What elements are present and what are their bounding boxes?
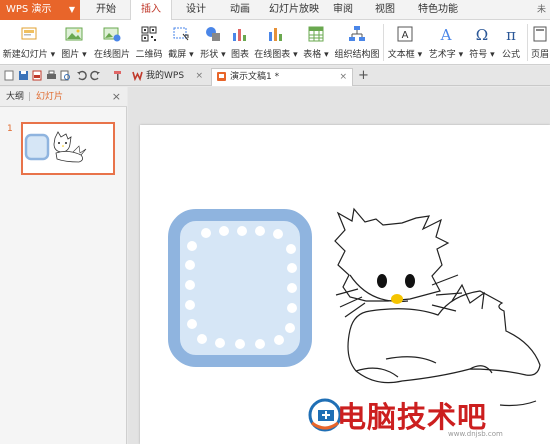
doc-tab-presentation[interactable]: 演示文稿1 * × [211, 68, 353, 86]
watermark-url: www.dnjsb.com [448, 430, 503, 438]
chart-icon [233, 29, 246, 41]
format-painter-icon[interactable] [112, 70, 123, 81]
tab-insert[interactable]: 插入 [130, 0, 172, 21]
cat-left-eye [377, 274, 387, 288]
picture-icon [65, 27, 83, 41]
qr-code-icon [141, 26, 157, 42]
formula-label: 公式 [501, 50, 520, 60]
pdf-icon[interactable] [32, 70, 43, 81]
tab-home[interactable]: 开始 [86, 0, 126, 20]
new-slide-label: 新建幻灯片 ▾ [2, 50, 56, 60]
header-icon [533, 26, 547, 42]
menu-bar: WPS 演示 ▼ 开始 插入 设计 动画 幻灯片放映 审阅 视图 特色功能 未 [0, 0, 550, 21]
doc-tab-label: 演示文稿1 * [230, 72, 280, 82]
symbol-button[interactable]: Ω 符号 ▾ [468, 20, 496, 65]
add-tab-icon[interactable]: + [358, 68, 369, 84]
wps-logo-icon [132, 71, 143, 81]
slide-thumbnail[interactable] [21, 122, 115, 175]
table-icon [308, 26, 324, 42]
ribbon-separator [383, 24, 384, 61]
doc-tab-label: 我的WPS [146, 71, 185, 81]
close-panel-icon[interactable]: × [112, 87, 121, 107]
org-chart-label: 组织结构图 [334, 50, 380, 60]
cat-drawing[interactable] [334, 207, 541, 407]
org-chart-button[interactable]: 组织结构图 [334, 20, 380, 65]
slide-editor-canvas [128, 87, 550, 444]
tab-outline[interactable]: 大纲 [6, 87, 24, 107]
ribbon-toolbar: 新建幻灯片 ▾ 图片 ▾ 在线图片 二维码 截屏 ▾ 形状 ▾ 图表 在线图表 … [0, 20, 550, 65]
online-chart-button[interactable]: 在线图表 ▾ [254, 20, 298, 65]
print-icon[interactable] [46, 70, 57, 81]
symbol-icon: Ω [476, 26, 488, 43]
chart-label: 图表 [230, 50, 249, 60]
picture-button[interactable]: 图片 ▾ [58, 20, 90, 65]
textbox-button[interactable]: A 文本框 ▾ [386, 20, 424, 65]
online-chart-icon [269, 28, 282, 41]
chart-button[interactable]: 图表 [228, 20, 252, 65]
wordart-button[interactable]: A 艺术字 ▾ [426, 20, 466, 65]
screenshot-icon [173, 27, 189, 41]
online-picture-icon [103, 27, 121, 42]
new-slide-icon [21, 27, 37, 40]
online-picture-label: 在线图片 [93, 50, 130, 60]
tab-slideshow[interactable]: 幻灯片放映 [262, 0, 326, 20]
slides-panel: 大纲 | 幻灯片 × 1 [0, 87, 127, 444]
online-picture-button[interactable]: 在线图片 [92, 20, 132, 65]
tab-review[interactable]: 审阅 [326, 0, 360, 20]
app-name: WPS 演示 [6, 4, 52, 15]
ribbon-separator [527, 24, 528, 61]
close-icon[interactable]: × [339, 69, 347, 86]
chevron-down-icon: ▼ [68, 5, 75, 14]
svg-text:A: A [440, 26, 452, 43]
tab-animation[interactable]: 动画 [220, 0, 260, 20]
table-button[interactable]: 表格 ▾ [300, 20, 332, 65]
shapes-label: 形状 ▾ [200, 50, 226, 60]
doc-tab-my-wps[interactable]: 我的WPS × [128, 68, 208, 86]
online-chart-label: 在线图表 ▾ [254, 50, 298, 60]
picture-label: 图片 ▾ [61, 50, 87, 60]
svg-text:Ω: Ω [476, 26, 488, 43]
quick-access-bar: 我的WPS × 演示文稿1 * × + [0, 66, 550, 86]
svg-text:π: π [506, 26, 516, 43]
slide-thumbnail-preview [24, 131, 87, 163]
cat-right-eye [405, 274, 415, 288]
wordart-icon: A [440, 26, 452, 43]
org-chart-icon [349, 26, 365, 41]
symbol-label: 符号 ▾ [469, 50, 495, 60]
qr-code-label: 二维码 [135, 50, 163, 60]
formula-icon: π [506, 26, 516, 43]
print-preview-icon[interactable] [60, 70, 71, 81]
app-menu-button[interactable]: WPS 演示 ▼ [0, 0, 80, 20]
screenshot-button[interactable]: 截屏 ▾ [166, 20, 196, 65]
qr-code-button[interactable]: 二维码 [134, 20, 164, 65]
svg-text:A: A [402, 30, 409, 41]
formula-button[interactable]: π 公式 [498, 20, 524, 65]
tab-slides[interactable]: 幻灯片 [36, 87, 63, 107]
wordart-label: 艺术字 ▾ [428, 50, 464, 60]
header-label: 页眉 [530, 50, 549, 60]
menu-right-label: 未 [536, 5, 546, 15]
redo-icon[interactable] [90, 70, 101, 81]
slide-number: 1 [7, 124, 13, 134]
shapes-icon [206, 27, 220, 41]
new-slide-button[interactable]: 新建幻灯片 ▾ [2, 20, 56, 65]
screenshot-label: 截屏 ▾ [168, 50, 194, 60]
tab-divider: | [28, 92, 32, 102]
shapes-button[interactable]: 形状 ▾ [198, 20, 228, 65]
textbox-label: 文本框 ▾ [387, 50, 423, 60]
undo-icon[interactable] [76, 70, 87, 81]
close-icon[interactable]: × [195, 68, 203, 85]
cat-nose [391, 294, 403, 304]
new-icon[interactable] [4, 70, 15, 81]
rounded-frame-shape[interactable] [168, 209, 312, 367]
tab-features[interactable]: 特色功能 [410, 0, 466, 20]
header-footer-button[interactable]: 页眉 [530, 20, 550, 65]
tab-design[interactable]: 设计 [176, 0, 216, 20]
table-label: 表格 ▾ [303, 50, 329, 60]
panel-tabs: 大纲 | 幻灯片 × [0, 87, 127, 107]
tab-view[interactable]: 视图 [368, 0, 402, 20]
textbox-icon: A [397, 26, 413, 42]
save-icon[interactable] [18, 70, 29, 81]
presentation-file-icon [217, 72, 226, 81]
